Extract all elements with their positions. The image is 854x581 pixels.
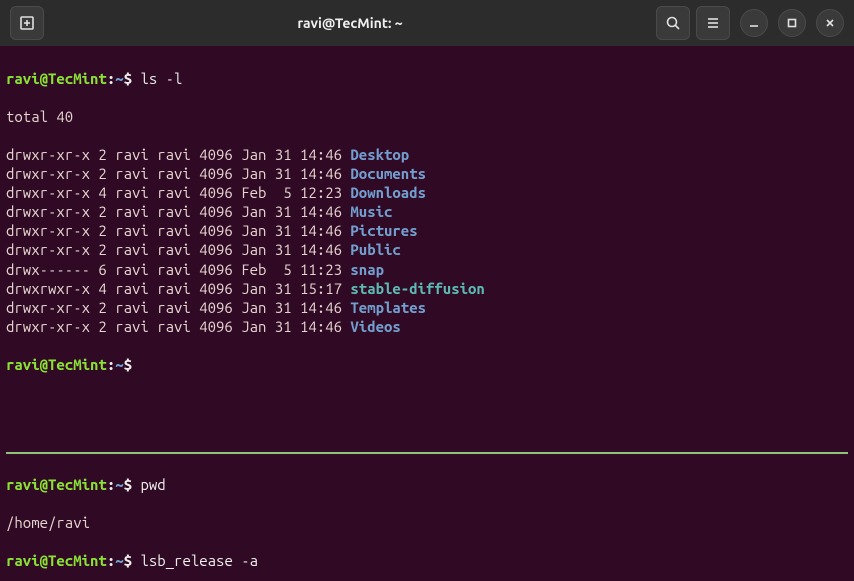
listing-row: drwxr-xr-x 2 ravi ravi 4096 Jan 31 14:46… xyxy=(6,221,848,240)
output-line: /home/ravi xyxy=(6,513,848,532)
command-text: lsb_release -a xyxy=(140,552,258,569)
listing-row: drwxr-xr-x 4 ravi ravi 4096 Feb 5 12:23 … xyxy=(6,183,848,202)
listing-row: drwxrwxr-x 4 ravi ravi 4096 Jan 31 15:17… xyxy=(6,279,848,298)
search-button[interactable] xyxy=(656,6,690,40)
directory-name: Videos xyxy=(350,318,400,335)
new-tab-button[interactable] xyxy=(10,6,44,40)
terminal-pane-top[interactable]: ravi@TecMint:~$ ls -l total 40 drwxr-xr-… xyxy=(6,50,848,450)
listing-row: drwxr-xr-x 2 ravi ravi 4096 Jan 31 14:46… xyxy=(6,164,848,183)
directory-name: Documents xyxy=(350,165,426,182)
listing-row: drwxr-xr-x 2 ravi ravi 4096 Jan 31 14:46… xyxy=(6,298,848,317)
prompt-path: ~ xyxy=(115,70,123,87)
prompt-user: ravi@TecMint xyxy=(6,70,107,87)
file-listing: drwxr-xr-x 2 ravi ravi 4096 Jan 31 14:46… xyxy=(6,145,848,335)
directory-name: Pictures xyxy=(350,222,417,239)
listing-row: drwxr-xr-x 2 ravi ravi 4096 Jan 31 14:46… xyxy=(6,202,848,221)
directory-name: Music xyxy=(350,203,392,220)
prompt-line: ravi@TecMint:~$ ls -l xyxy=(6,69,848,88)
directory-name: Public xyxy=(350,241,400,258)
close-button[interactable] xyxy=(816,9,844,37)
listing-row: drwx------ 6 ravi ravi 4096 Feb 5 11:23 … xyxy=(6,260,848,279)
menu-button[interactable] xyxy=(696,6,730,40)
listing-row: drwxr-xr-x 2 ravi ravi 4096 Jan 31 14:46… xyxy=(6,317,848,336)
directory-name: Desktop xyxy=(350,146,409,163)
pane-divider[interactable] xyxy=(6,452,848,454)
prompt-line: ravi@TecMint:~$ xyxy=(6,355,848,374)
command-text: pwd xyxy=(140,476,165,493)
minimize-button[interactable] xyxy=(740,9,768,37)
terminal-area[interactable]: ravi@TecMint:~$ ls -l total 40 drwxr-xr-… xyxy=(0,46,854,581)
listing-row: drwxr-xr-x 2 ravi ravi 4096 Jan 31 14:46… xyxy=(6,145,848,164)
directory-name: snap xyxy=(350,261,384,278)
prompt-line: ravi@TecMint:~$ lsb_release -a xyxy=(6,551,848,570)
directory-name: stable-diffusion xyxy=(350,280,484,297)
titlebar: ravi@TecMint: ~ xyxy=(0,0,854,46)
maximize-button[interactable] xyxy=(778,9,806,37)
prompt-line: ravi@TecMint:~$ pwd xyxy=(6,475,848,494)
listing-row: drwxr-xr-x 2 ravi ravi 4096 Jan 31 14:46… xyxy=(6,240,848,259)
output-total: total 40 xyxy=(6,107,848,126)
directory-name: Downloads xyxy=(350,184,426,201)
terminal-pane-bottom[interactable]: ravi@TecMint:~$ pwd /home/ravi ravi@TecM… xyxy=(6,456,848,581)
directory-name: Templates xyxy=(350,299,426,316)
window-title: ravi@TecMint: ~ xyxy=(50,15,650,31)
command-text: ls -l xyxy=(140,70,182,87)
